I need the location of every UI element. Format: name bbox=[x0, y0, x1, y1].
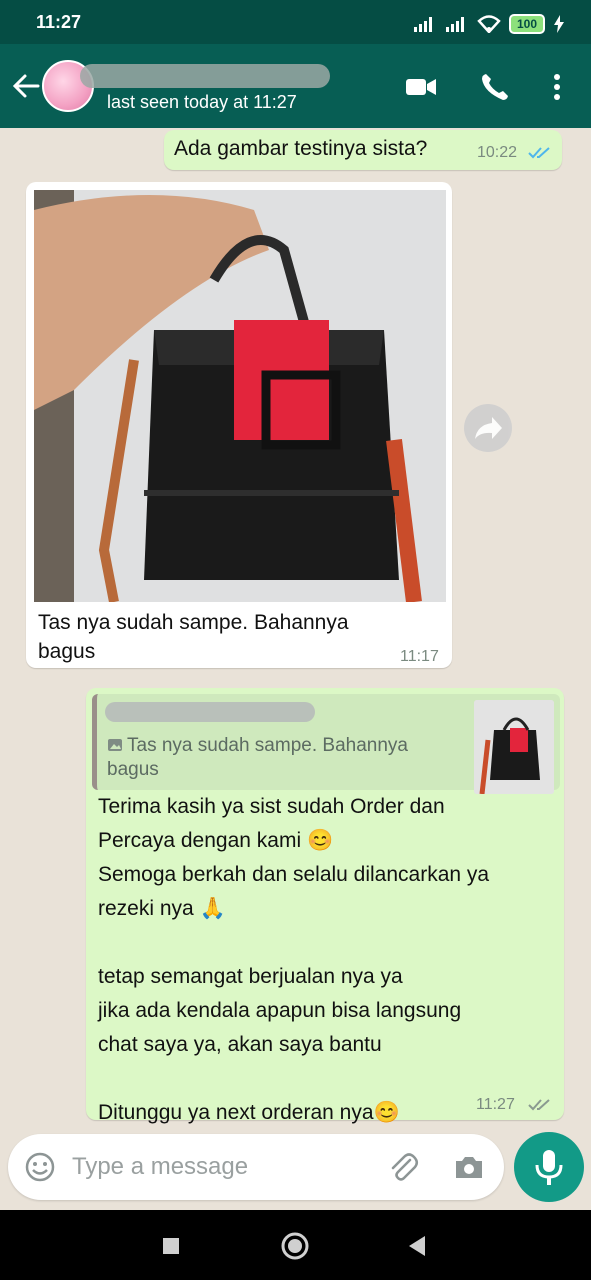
mic-button[interactable] bbox=[514, 1132, 584, 1202]
handbag-image bbox=[34, 190, 446, 602]
video-call-icon[interactable] bbox=[404, 70, 438, 104]
delivered-ticks-icon bbox=[528, 1099, 550, 1111]
signal-icon bbox=[445, 17, 464, 32]
charging-icon bbox=[554, 15, 564, 33]
chat-area[interactable]: Ada gambar testinya sista? 10:22 Tas nya… bbox=[0, 128, 591, 1128]
emoji-icon[interactable] bbox=[24, 1151, 56, 1183]
back-nav-icon[interactable] bbox=[406, 1234, 428, 1258]
battery-indicator: 100 bbox=[508, 14, 545, 34]
message-input[interactable] bbox=[72, 1152, 372, 1182]
status-bar: 11:27 100 bbox=[0, 0, 591, 44]
message-time: 10:22 bbox=[477, 144, 518, 161]
message-caption: Tas nya sudah sampe. Bahannya bagus bbox=[38, 611, 349, 663]
message-text: Ada gambar testinya sista? bbox=[174, 137, 428, 160]
status-icons: 100 bbox=[413, 14, 565, 34]
message-time: 11:27 bbox=[476, 1096, 515, 1113]
chat-header: last seen today at 11:27 bbox=[0, 44, 591, 128]
wifi-icon bbox=[477, 15, 501, 33]
contact-name-redacted[interactable] bbox=[80, 64, 330, 88]
quoted-message[interactable]: Tas nya sudah sampe. Bahannya bagus bbox=[92, 694, 560, 794]
signal-icon bbox=[413, 17, 432, 32]
quoted-sender-redacted bbox=[105, 702, 315, 722]
home-icon[interactable] bbox=[280, 1231, 310, 1261]
more-vert-icon[interactable] bbox=[540, 70, 574, 104]
forward-icon bbox=[475, 417, 502, 439]
message-text: Terima kasih ya sist sudah Order dan Per… bbox=[98, 795, 490, 1124]
product-photo[interactable] bbox=[34, 190, 446, 602]
handbag-thumbnail bbox=[474, 700, 554, 794]
status-time: 11:27 bbox=[36, 12, 82, 32]
camera-icon[interactable] bbox=[452, 1150, 486, 1184]
attach-icon[interactable] bbox=[386, 1150, 420, 1184]
message-input-bar bbox=[8, 1134, 504, 1200]
quoted-text-content: Tas nya sudah sampe. Bahannya bagus bbox=[107, 735, 408, 780]
forward-button[interactable] bbox=[464, 404, 512, 452]
message-bubble-outgoing[interactable]: Tas nya sudah sampe. Bahannya bagus Teri… bbox=[86, 688, 564, 1124]
last-seen-status: last seen today at 11:27 bbox=[107, 92, 297, 112]
image-icon bbox=[108, 739, 122, 751]
message-bubble-incoming[interactable]: Tas nya sudah sampe. Bahannya bagus 11:1… bbox=[26, 182, 452, 668]
message-time: 11:17 bbox=[400, 648, 439, 665]
mic-icon bbox=[535, 1150, 563, 1185]
system-nav-bar bbox=[0, 1210, 591, 1280]
back-arrow-icon[interactable] bbox=[8, 68, 44, 104]
quoted-thumbnail bbox=[474, 700, 554, 794]
quoted-text: Tas nya sudah sampe. Bahannya bagus bbox=[107, 734, 408, 782]
read-ticks-icon bbox=[528, 147, 550, 159]
phone-icon[interactable] bbox=[478, 70, 512, 104]
message-bubble-outgoing[interactable]: Ada gambar testinya sista? 10:22 bbox=[164, 130, 562, 170]
recents-icon[interactable] bbox=[160, 1235, 182, 1257]
